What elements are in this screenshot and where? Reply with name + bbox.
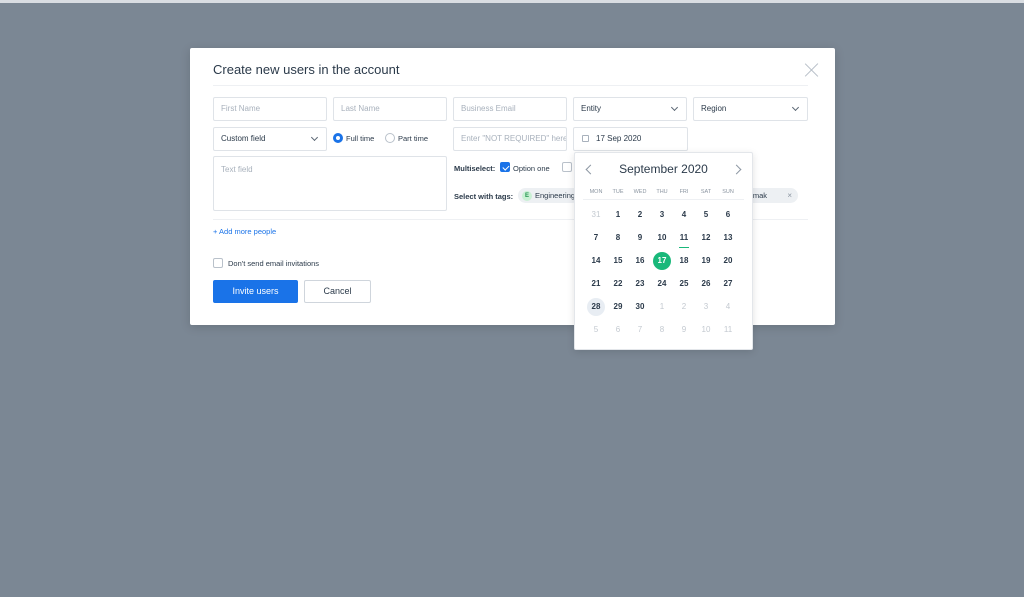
calendar-day[interactable]: 18 [675,252,693,270]
calendar-day[interactable]: 1 [609,206,627,224]
calendar-day[interactable]: 15 [609,252,627,270]
full-time-label: Full time [346,134,375,143]
multiselect-label: Multiselect: [454,164,496,173]
cancel-button[interactable]: Cancel [304,280,371,303]
calendar-day[interactable]: 3 [697,298,715,316]
divider [583,199,744,200]
calendar-icon [582,135,589,142]
option-one-label: Option one [513,164,550,173]
calendar-month-title: September 2020 [619,162,708,176]
region-select-label: Region [701,104,727,113]
tag-label: Engineering [535,191,576,200]
calendar-day[interactable]: 25 [675,275,693,293]
chevron-down-icon [791,103,800,112]
top-bar [0,0,1024,3]
calendar-day[interactable]: 14 [587,252,605,270]
calendar-day[interactable]: 27 [719,275,737,293]
calendar-day[interactable]: 13 [719,229,737,247]
weekday-label: SUN [722,189,734,195]
calendar-day[interactable]: 2 [631,206,649,224]
part-time-radio[interactable] [385,133,395,143]
first-name-input[interactable]: First Name [213,97,327,121]
custom-field-select[interactable]: Custom field [213,127,327,151]
option-two-checkbox[interactable] [562,162,572,172]
tag-badge: E [522,190,532,201]
close-icon[interactable] [804,62,820,78]
calendar-day[interactable]: 30 [631,298,649,316]
calendar-day[interactable]: 9 [675,321,693,339]
not-required-input[interactable]: Enter "NOT REQUIRED" here [453,127,567,151]
calendar-day[interactable]: 1 [653,298,671,316]
calendar-day[interactable]: 10 [653,229,671,247]
entity-select-label: Entity [581,104,602,113]
business-email-input[interactable]: Business Email [453,97,567,121]
calendar-day[interactable]: 12 [697,229,715,247]
calendar-day[interactable]: 5 [587,321,605,339]
calendar-day[interactable]: 20 [719,252,737,270]
entity-select[interactable]: Entity [573,97,687,121]
weekday-label: FRI [679,189,689,195]
calendar-day[interactable]: 6 [609,321,627,339]
weekday-label: SAT [700,189,712,195]
calendar-day[interactable]: 8 [653,321,671,339]
calendar-day[interactable]: 10 [697,321,715,339]
calendar-day[interactable]: 11 [719,321,737,339]
calendar-day[interactable]: 9 [631,229,649,247]
region-select[interactable]: Region [693,97,808,121]
calendar-day[interactable]: 4 [675,206,693,224]
weekday-label: WED [633,189,647,195]
calendar-day[interactable]: 31 [587,206,605,224]
calendar-day[interactable]: 17 [653,252,671,270]
calendar-day[interactable]: 5 [697,206,715,224]
calendar-day[interactable]: 26 [697,275,715,293]
calendar-day[interactable]: 4 [719,298,737,316]
text-field-area[interactable]: Text field [213,156,447,211]
option-one-checkbox[interactable] [500,162,510,172]
calendar-day[interactable]: 7 [631,321,649,339]
calendar-day[interactable]: 6 [719,206,737,224]
date-input[interactable]: 17 Sep 2020 [573,127,688,151]
weekday-label: TUE [612,189,624,195]
modal-title: Create new users in the account [213,62,400,77]
calendar-day[interactable]: 28 [587,298,605,316]
select-with-tags-label: Select with tags: [454,192,514,201]
no-invitations-label: Don't send email invitations [228,259,320,268]
weekday-label: THU [656,189,668,195]
tag-engineering[interactable]: E Engineering [518,188,580,203]
calendar-day[interactable]: 7 [587,229,605,247]
calendar-day[interactable]: 16 [631,252,649,270]
custom-field-label: Custom field [221,134,266,143]
calendar-day[interactable]: 29 [609,298,627,316]
calendar-day[interactable]: 24 [653,275,671,293]
no-invitations-checkbox[interactable] [213,258,223,268]
remove-tag-icon[interactable]: × [787,188,792,203]
calendar-day[interactable]: 23 [631,275,649,293]
last-name-input[interactable]: Last Name [333,97,447,121]
invite-users-button[interactable]: Invite users [213,280,298,303]
chevron-down-icon [310,133,319,142]
divider [213,85,808,86]
calendar-day[interactable]: 21 [587,275,605,293]
date-value: 17 Sep 2020 [596,134,642,143]
chevron-down-icon [670,103,679,112]
calendar-day[interactable]: 3 [653,206,671,224]
calendar-day[interactable]: 8 [609,229,627,247]
add-more-people-link[interactable]: + Add more people [213,227,276,236]
part-time-label: Part time [398,134,429,143]
calendar-day[interactable]: 19 [697,252,715,270]
calendar-day[interactable]: 22 [609,275,627,293]
calendar-day[interactable]: 2 [675,298,693,316]
calendar-day[interactable]: 11 [675,229,693,248]
date-picker: September 2020 MON TUE WED THU FRI SAT SUN 31 1… [574,152,753,350]
weekday-label: MON [589,189,603,195]
full-time-radio[interactable] [333,133,343,143]
